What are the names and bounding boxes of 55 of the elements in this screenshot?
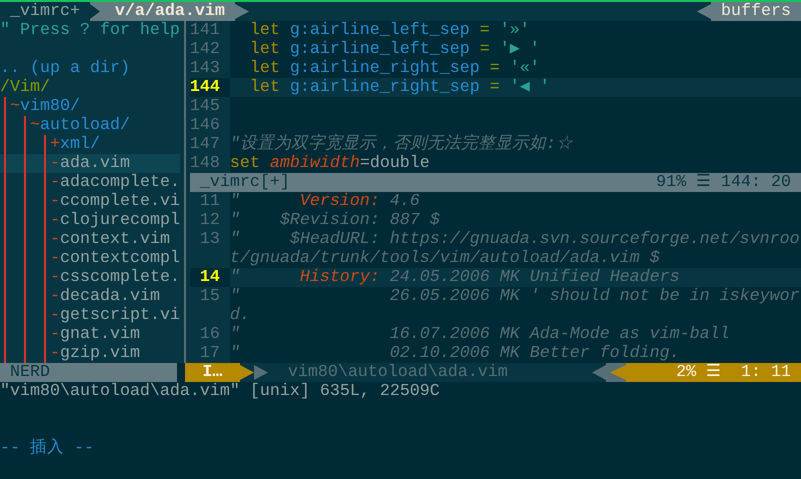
line-number: 12 — [190, 211, 230, 230]
help-hint: " Press ? for help — [0, 21, 180, 40]
line-number: 11 — [190, 192, 230, 211]
code-line: d. — [230, 306, 251, 325]
tree-item[interactable]: -contextcompl — [0, 249, 180, 268]
line-number: 16 — [190, 325, 230, 344]
tree-item[interactable]: -ada.vim — [0, 154, 180, 173]
file-name: _vimrc[+] — [200, 173, 291, 192]
line-number: 17 — [190, 344, 230, 363]
tree-item[interactable]: -ccomplete.vi — [0, 192, 180, 211]
code-line: " $HeadURL: https://gnuada.svn.sourceforge.net/svnroo — [230, 230, 801, 249]
code-line: let g:airline_left_sep = '»' — [248, 21, 531, 40]
mode-message: -- 插入 -- — [0, 439, 95, 458]
line-number: 142 — [190, 40, 230, 59]
percent-label: 91% — [656, 173, 686, 192]
file-path: vim80\autoload\ada.vim — [286, 363, 509, 382]
parent-dir-link[interactable]: .. (up a dir) — [0, 59, 180, 78]
code-line: set ambiwidth=double — [230, 154, 431, 173]
tree-item[interactable]: -decada.vim — [0, 287, 180, 306]
line-number: 145 — [190, 97, 230, 116]
percent-label: 2% — [676, 363, 696, 382]
code-line: " $Revision: 887 $ — [230, 211, 441, 230]
line-number: 15 — [190, 287, 230, 306]
line-number: 146 — [190, 116, 230, 135]
code-line: let g:airline_right_sep = '«' — [248, 59, 541, 78]
tree-item[interactable]: ~autoload/ — [0, 116, 180, 135]
status-label: NERD — [10, 363, 50, 382]
tree-item[interactable]: -gnat.vim — [0, 325, 180, 344]
cursor-position: 144: 20 — [721, 173, 792, 192]
tree-item[interactable]: -csscomplete. — [0, 268, 180, 287]
tree-item[interactable]: +xml/ — [0, 135, 180, 154]
tree-item[interactable]: -context.vim — [0, 230, 180, 249]
code-line: let g:airline_left_sep = '▶ ' — [248, 40, 541, 59]
line-number: 141 — [190, 21, 230, 40]
code-line: "设置为双字宽显示，否则无法完整显示如:☆ — [230, 135, 574, 154]
line-number: 147 — [190, 135, 230, 154]
tree-item[interactable]: /Vim/ — [0, 78, 180, 97]
line-number: 148 — [190, 154, 230, 173]
code-line: " 16.07.2006 MK Ada-Mode as vim-ball — [230, 325, 731, 344]
tree-item[interactable]: -gzip.vim — [0, 344, 180, 363]
cursor-position: 1: 11 — [741, 363, 792, 382]
lines-icon: ☰ — [696, 173, 712, 192]
status-message: "vim80\autoload\ada.vim" [unix] 635L, 22509C — [0, 382, 441, 401]
tree-item[interactable]: -getscript.vi — [0, 306, 180, 325]
tree-item[interactable]: -clojurecompl — [0, 211, 180, 230]
code-line: t/gnuada/trunk/tools/vim/autoload/ada.vim $ — [230, 249, 661, 268]
line-number: 13 — [190, 230, 230, 249]
line-number: 143 — [190, 59, 230, 78]
lines-icon: ☰ — [706, 363, 722, 382]
code-line: " 26.05.2006 MK ' should not be in iskeywor — [230, 287, 801, 306]
code-line: " Version: 4.6 — [230, 192, 421, 211]
arrow-separator-icon — [240, 363, 254, 382]
tree-item[interactable]: ~vim80/ — [0, 97, 180, 116]
tree-item[interactable]: -adacomplete. — [0, 173, 180, 192]
code-line: " 02.10.2006 MK Better folding. — [230, 344, 681, 363]
